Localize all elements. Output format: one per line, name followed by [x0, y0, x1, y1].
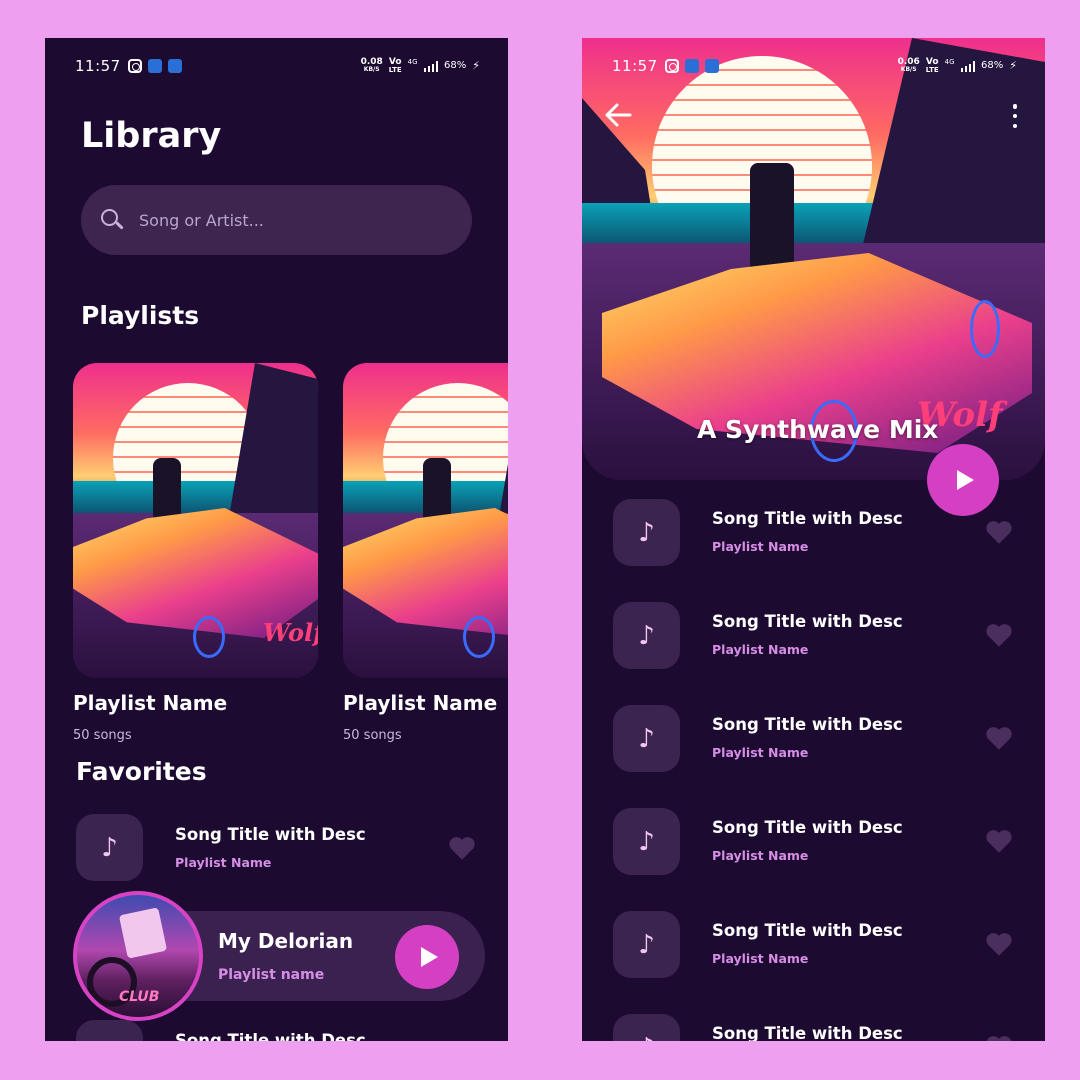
heart-icon[interactable] [448, 835, 476, 861]
status-time: 11:57 [75, 57, 121, 75]
playlist-cover[interactable] [343, 363, 508, 678]
status-bar: 11:57 0.06 KB/S Vo LTE 4G 68% ⚡ [582, 38, 1045, 96]
heart-icon[interactable] [985, 622, 1013, 648]
song-title[interactable]: Song Title with Desc [175, 825, 366, 844]
playlist-title: A Synthwave Mix [697, 415, 939, 444]
song-playlist: Playlist Name [712, 951, 809, 966]
favorites-heading: Favorites [76, 757, 207, 786]
song-title[interactable]: Song Title with Desc [712, 1024, 903, 1041]
instagram-icon [665, 59, 679, 73]
song-title[interactable]: Song Title with Desc [712, 818, 903, 837]
playlist-name: Playlist Name [343, 691, 498, 715]
net-speed: 0.08 KB/S [360, 57, 383, 74]
now-playing-playlist: Playlist name [218, 967, 325, 983]
music-note-icon [76, 1020, 143, 1041]
play-all-button[interactable] [927, 444, 999, 516]
heart-icon[interactable] [985, 725, 1013, 751]
heart-icon[interactable] [985, 828, 1013, 854]
music-note-icon: ♪ [613, 705, 680, 772]
network-type: 4G [407, 58, 418, 66]
instagram-icon [128, 59, 142, 73]
android-icon [148, 59, 162, 73]
playlists-heading: Playlists [81, 301, 200, 330]
heart-icon[interactable] [985, 931, 1013, 957]
play-icon [421, 947, 438, 967]
status-time: 11:57 [612, 57, 658, 75]
song-title[interactable]: Song Title with Desc [712, 509, 903, 528]
song-playlist: Playlist Name [712, 642, 809, 657]
signal-icon [423, 60, 439, 72]
song-title[interactable]: Song Title with Desc [712, 921, 903, 940]
song-title[interactable]: Song Title with Desc [712, 612, 903, 631]
song-title[interactable]: Song Title with Desc [712, 715, 903, 734]
net-speed: 0.06 KB/S [897, 57, 920, 74]
playlist-hero-artwork: Wolf [582, 38, 1045, 480]
playlist-detail-screen: Wolf 11:57 0.06 KB/S Vo LTE 4G 68% ⚡ A S… [582, 38, 1045, 1041]
volte-indicator: Vo LTE [388, 57, 402, 75]
play-button[interactable] [395, 925, 459, 989]
music-note-icon: ♪ [76, 814, 143, 881]
now-playing-artwork: CLUB [73, 891, 203, 1021]
signal-icon [960, 60, 976, 72]
song-playlist: Playlist Name [712, 539, 809, 554]
song-playlist: Playlist Name [712, 848, 809, 863]
battery-level: 68% [981, 60, 1004, 71]
charging-icon: ⚡ [472, 59, 480, 72]
song-title[interactable]: Song Title with Desc [175, 1031, 366, 1041]
playlist-song-count: 50 songs [73, 728, 132, 743]
search-bar[interactable] [81, 185, 472, 255]
play-icon [957, 470, 974, 490]
playlist-cover[interactable]: Wolf [73, 363, 318, 678]
usb-icon [168, 59, 182, 73]
battery-level: 68% [444, 60, 467, 71]
more-options-icon[interactable] [1011, 104, 1019, 128]
back-arrow-icon[interactable] [604, 102, 632, 128]
search-input[interactable] [139, 210, 419, 230]
search-icon [101, 209, 123, 231]
now-playing-title: My Delorian [218, 929, 354, 953]
music-note-icon: ♪ [613, 602, 680, 669]
heart-icon[interactable] [985, 519, 1013, 545]
usb-icon [705, 59, 719, 73]
music-note-icon: ♪ [613, 1014, 680, 1041]
volte-indicator: Vo LTE [925, 57, 939, 75]
playlist-song-count: 50 songs [343, 728, 402, 743]
song-playlist: Playlist Name [712, 745, 809, 760]
status-bar: 11:57 0.08 KB/S Vo LTE 4G 68% ⚡ [45, 38, 508, 96]
page-title: Library [81, 116, 222, 156]
music-note-icon: ♪ [613, 499, 680, 566]
network-type: 4G [944, 58, 955, 66]
heart-icon[interactable] [985, 1034, 1013, 1041]
music-note-icon: ♪ [613, 808, 680, 875]
music-note-icon: ♪ [613, 911, 680, 978]
song-playlist: Playlist Name [175, 855, 272, 870]
charging-icon: ⚡ [1009, 59, 1017, 72]
playlist-name: Playlist Name [73, 691, 228, 715]
library-screen: 11:57 0.08 KB/S Vo LTE 4G 68% ⚡ Library … [45, 38, 508, 1041]
android-icon [685, 59, 699, 73]
